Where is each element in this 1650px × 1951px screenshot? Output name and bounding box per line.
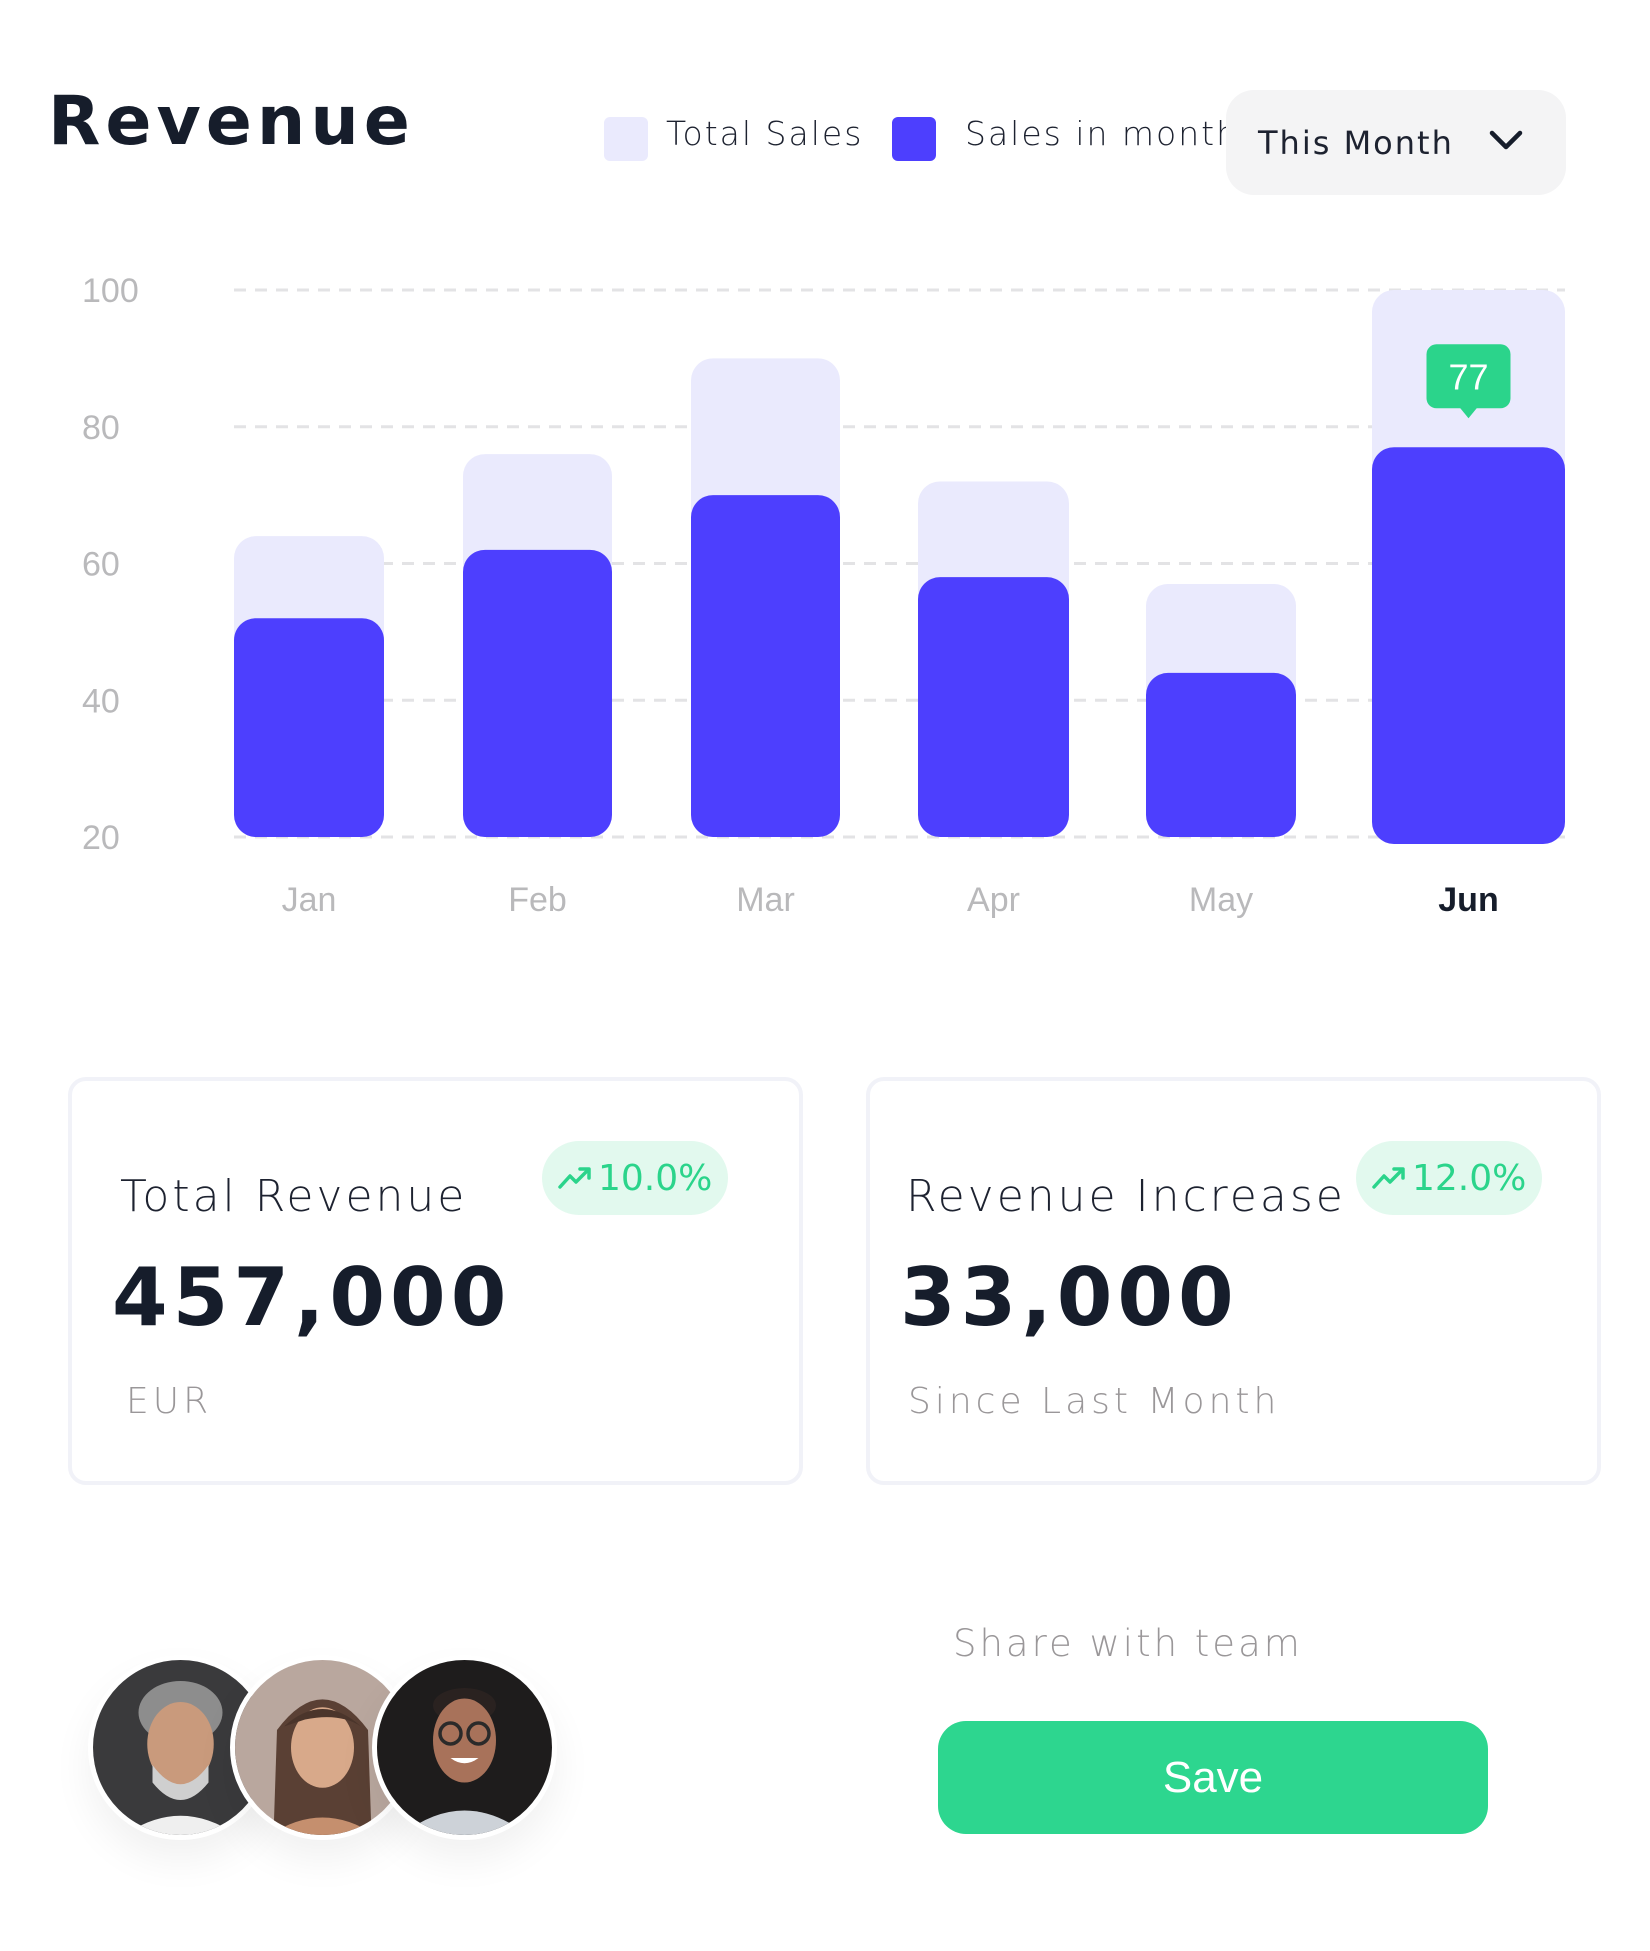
- growth-badge: 10.0%: [542, 1141, 729, 1215]
- card-value: 33,000: [900, 1251, 1239, 1344]
- x-tick-label: Apr: [967, 881, 1020, 919]
- x-tick-label: May: [1189, 881, 1253, 919]
- bar-sales-in-month-may[interactable]: [1146, 672, 1296, 837]
- card-subtitle: Since Last Month: [908, 1381, 1281, 1422]
- trending-up-icon: [558, 1167, 591, 1189]
- y-tick-label: 40: [82, 682, 120, 720]
- x-tick-label: Jan: [282, 881, 337, 919]
- card-subtitle: EUR: [126, 1381, 213, 1422]
- bars: [234, 290, 1565, 844]
- y-tick-label: 60: [82, 546, 120, 584]
- y-tick-label: 20: [82, 819, 120, 857]
- growth-badge-value: 10.0%: [598, 1157, 713, 1199]
- bar-sales-in-month-apr[interactable]: [918, 577, 1069, 837]
- trending-up-icon: [1372, 1167, 1405, 1189]
- x-tick-label: Jun: [1438, 881, 1498, 919]
- growth-badge: 12.0%: [1356, 1141, 1543, 1215]
- person-photo-icon: [377, 1660, 552, 1835]
- card-title: Total Revenue: [120, 1171, 468, 1222]
- bar-sales-in-month-jun[interactable]: [1372, 447, 1565, 844]
- y-axis-ticks: 100 80 60 40 20: [82, 272, 139, 857]
- value-tooltip: 77: [1426, 344, 1511, 419]
- revenue-increase-card: Revenue Increase 12.0% 33,000 Since Last…: [866, 1077, 1601, 1485]
- x-tick-label: Feb: [508, 881, 567, 919]
- bar-sales-in-month-jan[interactable]: [234, 618, 384, 837]
- total-revenue-card: Total Revenue 10.0% 457,000 EUR: [68, 1077, 803, 1485]
- growth-badge-value: 12.0%: [1412, 1157, 1527, 1199]
- y-tick-label: 80: [82, 409, 120, 447]
- bar-sales-in-month-feb[interactable]: [463, 549, 612, 837]
- share-with-team-label: Share with team: [953, 1622, 1303, 1665]
- grid-lines: [234, 288, 1565, 839]
- card-value: 457,000: [112, 1251, 512, 1344]
- revenue-bar-chart: 100 80 60 40 20 Jan Feb Mar Apr May Jun 77: [82, 272, 1565, 919]
- x-tick-label: Mar: [736, 881, 795, 919]
- bar-sales-in-month-mar[interactable]: [691, 495, 840, 837]
- avatar[interactable]: [372, 1655, 557, 1840]
- save-button[interactable]: Save: [938, 1721, 1488, 1834]
- card-title: Revenue Increase: [906, 1171, 1346, 1222]
- x-axis-ticks: Jan Feb Mar Apr May Jun: [282, 881, 1499, 919]
- tooltip-value: 77: [1448, 356, 1488, 397]
- y-tick-label: 100: [82, 272, 139, 310]
- annotation: 77: [1426, 344, 1511, 419]
